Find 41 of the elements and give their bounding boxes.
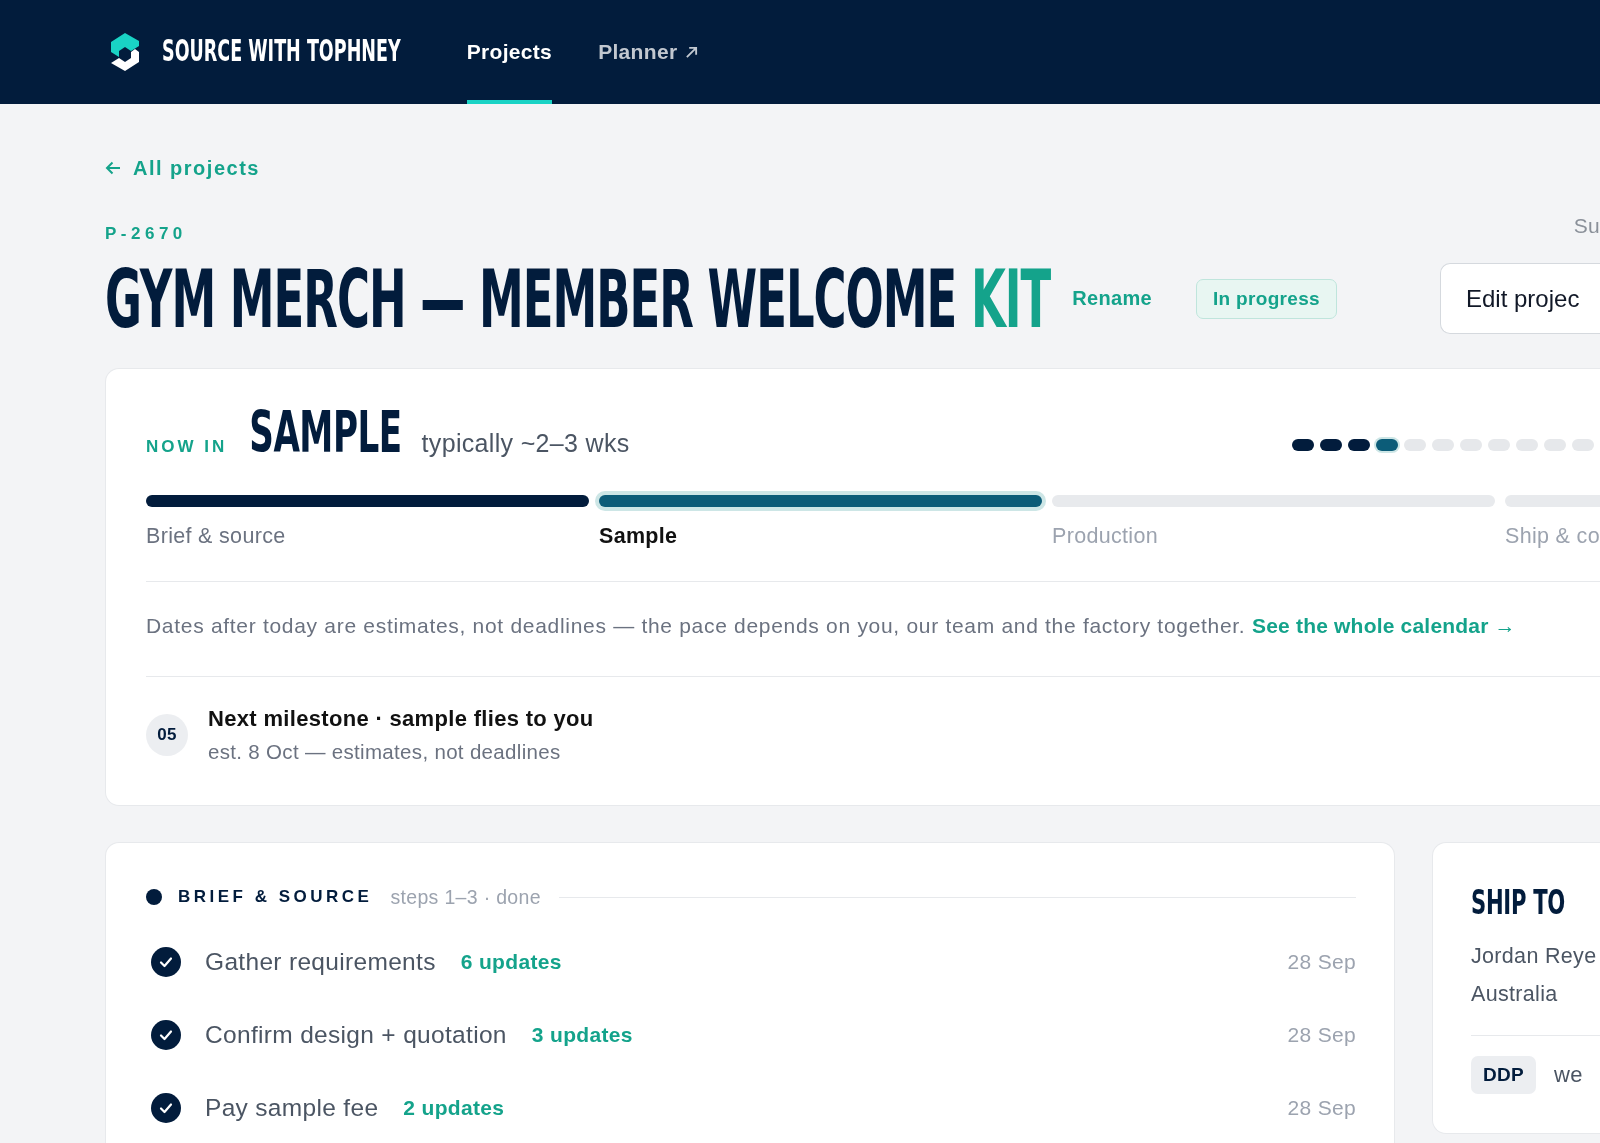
step-title: Pay sample fee [205,1094,379,1122]
brand-name: SOURCE WITH TOPHNEY [162,34,401,70]
phase-label: Sample [599,523,679,549]
milestone-number-badge: 05 [146,714,188,756]
section-meta: steps 1–3 · done [390,885,541,909]
step-date: 28 Sep [1287,950,1356,974]
nav-tab[interactable]: Projects [466,0,553,104]
back-link[interactable]: All projects [105,156,260,180]
project-title: GYM MERCH — MEMBER WELCOME KIT [105,262,1051,335]
status-badge: In progress [1195,278,1337,319]
step-title: Confirm design + quotation [205,1021,507,1049]
nav-tab[interactable]: Planner [598,0,699,104]
section-title: BRIEF & SOURCE [178,887,373,907]
logo-icon[interactable] [110,31,140,73]
project-code: P-2670 [105,224,187,244]
step-date: 28 Sep [1287,1023,1356,1047]
arrow-left-icon [105,161,121,175]
terms-text: we [1554,1062,1583,1088]
now-in-label: NOW IN [146,437,228,457]
edit-project-button[interactable]: Edit projec [1440,263,1600,334]
address-line: Australia [1471,981,1558,1008]
status-dot-icon [146,889,162,905]
corner-text: Su [1573,214,1600,238]
milestone-subtitle: est. 8 Oct — estimates, not deadlines [208,739,562,765]
updates-link[interactable]: 3 updates [531,1023,633,1047]
milestone-title: Next milestone · sample flies to you [208,705,594,733]
phase-label: Production [1052,523,1159,549]
calendar-link[interactable]: See the whole calendar → [1251,614,1516,637]
stage-duration: typically ~2–3 wks [421,429,630,458]
updates-link[interactable]: 6 updates [460,950,562,974]
step-title: Gather requirements [205,948,436,976]
ship-to-title: SHIP TO [1471,880,1565,924]
estimate-note: Dates after today are estimates, not deadlines — the pace depends on you, our team and the factory together. See the whole calendar → [146,613,1517,639]
terms-badge: DDP [1471,1056,1537,1094]
rename-link[interactable]: Rename [1072,287,1152,310]
updates-link[interactable]: 2 updates [403,1096,505,1120]
step-date: 28 Sep [1287,1096,1356,1120]
phase-label: Ship & co [1505,523,1600,549]
phase-label: Brief & source [146,523,287,549]
stage-name: SAMPLE [249,403,402,463]
address-line: Jordan Reye [1471,943,1597,970]
